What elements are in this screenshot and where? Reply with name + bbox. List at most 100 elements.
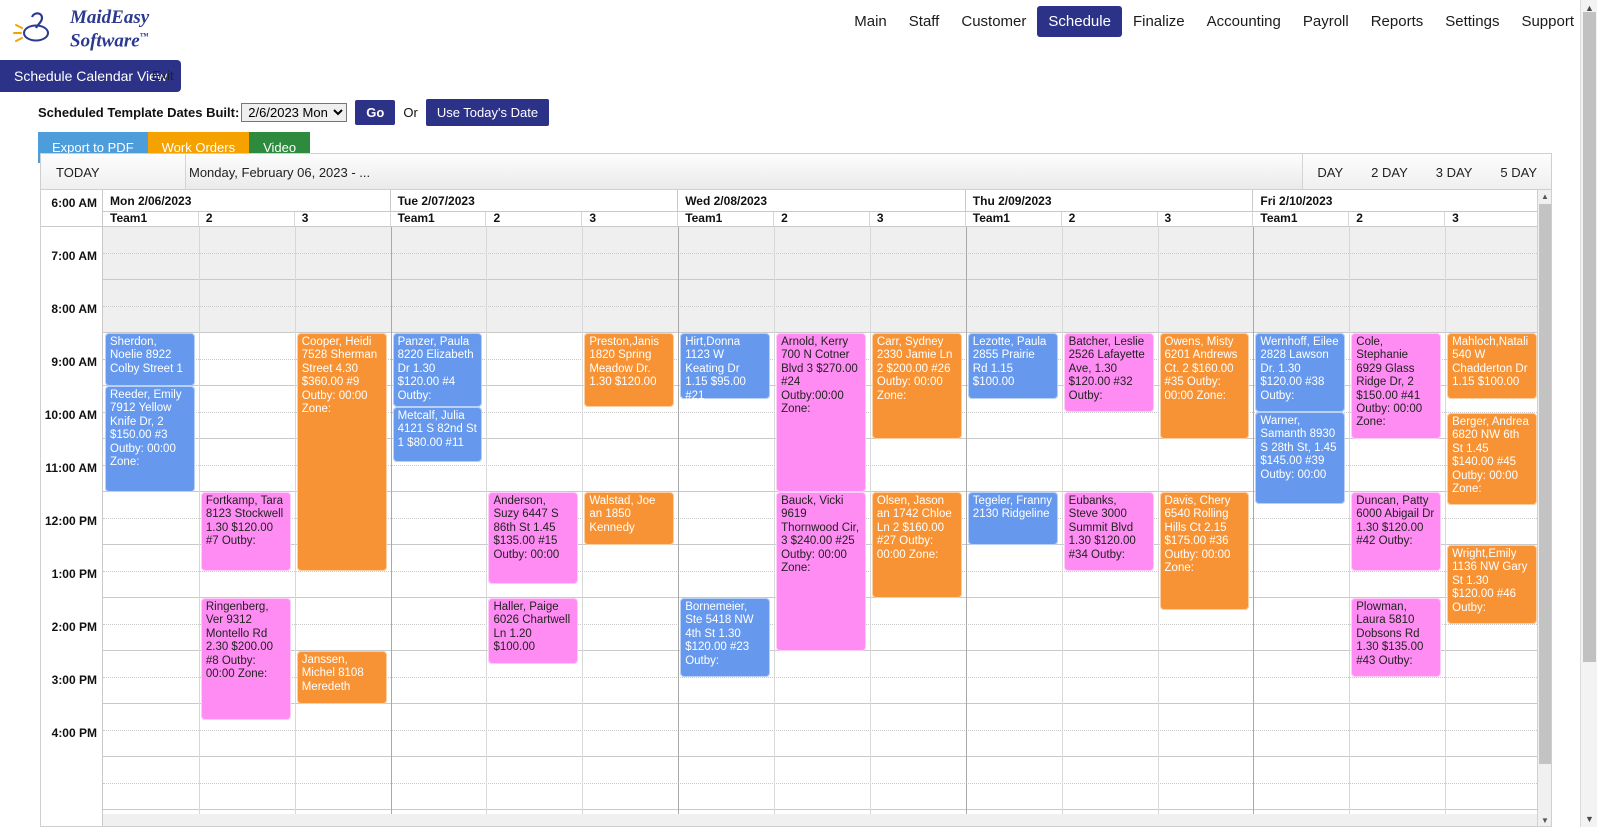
hour-label: 9:00 AM: [51, 355, 97, 369]
calendar-event[interactable]: Bornemeier, Ste 5418 NW 4th St 1.30 $120…: [680, 598, 771, 677]
nav-schedule[interactable]: Schedule: [1037, 6, 1122, 37]
hour-label: 11:00 AM: [45, 461, 97, 475]
day-header: Wed 2/08/2023: [678, 190, 966, 212]
column-divider: [1445, 227, 1447, 826]
controls-row: Scheduled Template Dates Built: 2/6/2023…: [0, 98, 1597, 126]
team-header[interactable]: 3: [294, 212, 391, 227]
nav-payroll[interactable]: Payroll: [1292, 6, 1360, 37]
today-label[interactable]: TODAY: [56, 165, 100, 180]
calendar-event[interactable]: Haller, Paige 6026 Chartwell Ln 1.20 $10…: [488, 598, 579, 664]
page-vertical-scrollbar[interactable]: ▲ ▼: [1580, 0, 1597, 827]
calendar-event[interactable]: Cooper, Heidi 7528 Sherman Street 4.30 $…: [296, 333, 387, 571]
column-divider: [198, 227, 200, 826]
nav-support[interactable]: Support: [1510, 6, 1585, 37]
column-divider: [294, 227, 296, 826]
hour-label: 8:00 AM: [51, 302, 97, 316]
hour-row[interactable]: [103, 704, 1541, 757]
team-header[interactable]: 3: [1157, 212, 1254, 227]
calendar-vertical-scrollbar[interactable]: ▲ ▼: [1537, 190, 1551, 826]
nav-reports[interactable]: Reports: [1360, 6, 1435, 37]
team-header[interactable]: 2: [1061, 212, 1158, 227]
calendar-event[interactable]: Ringenberg, Ver 9312 Montello Rd 2.30 $2…: [200, 598, 291, 720]
scroll-down-arrow-icon[interactable]: ▼: [1538, 814, 1551, 826]
schedule-calendar: TODAY Monday, February 06, 2023 - ... DA…: [40, 153, 1552, 827]
calendar-range-title: Monday, February 06, 2023 - ...: [189, 165, 371, 180]
team-header[interactable]: 2: [486, 212, 583, 227]
calendar-event[interactable]: Davis, Chery 6540 Rolling Hills Ct 2.15 …: [1159, 492, 1250, 610]
tab-3-day[interactable]: 3 DAY: [1422, 154, 1487, 190]
calendar-event[interactable]: Cole, Stephanie 6929 Glass Ridge Dr, 2 $…: [1351, 333, 1442, 439]
calendar-event[interactable]: Warner, Samanth 8930 S 28th St, 1.45 $14…: [1255, 412, 1346, 504]
nav-customer[interactable]: Customer: [950, 6, 1037, 37]
tab-day[interactable]: DAY: [1303, 154, 1357, 190]
calendar-event[interactable]: Duncan, Patty 6000 Abigail Dr 1.30 $120.…: [1351, 492, 1442, 571]
calendar-event[interactable]: Reeder, Emily 7912 Yellow Knife Dr, 2 $1…: [105, 386, 195, 492]
calendar-event[interactable]: Arnold, Kerry 700 N Cotner Blvd 3 $270.0…: [776, 333, 866, 492]
team-header[interactable]: 3: [582, 212, 679, 227]
nav-staff[interactable]: Staff: [898, 6, 951, 37]
team-header[interactable]: 2: [774, 212, 870, 227]
calendar-event[interactable]: Plowman, Laura 5810 Dobsons Rd 1.30 $135…: [1351, 598, 1442, 677]
calendar-event[interactable]: Preston,Janis 1820 Spring Meadow Dr. 1.3…: [584, 333, 675, 407]
calendar-event[interactable]: Lezotte, Paula 2855 Prairie Rd 1.15 $100…: [967, 333, 1058, 399]
page-scroll-down-arrow-icon[interactable]: ▼: [1581, 811, 1597, 827]
team-header[interactable]: 3: [1445, 212, 1541, 227]
calendar-event[interactable]: Mahloch,Natali 540 W Chadderton Dr 1.15 …: [1447, 333, 1537, 399]
calendar-event[interactable]: Batcher, Leslie 2526 Lafayette Ave, 1.30…: [1063, 333, 1154, 412]
calendar-event[interactable]: Olsen, Jason an 1742 Chloe Ln 2 $160.00 …: [871, 492, 962, 598]
team-header[interactable]: Team1: [390, 212, 487, 227]
app-page: MaidEasy Software™ Main Staff Customer S…: [0, 0, 1597, 827]
calendar-event[interactable]: Panzer, Paula 8220 Elizabeth Dr 1.30 $12…: [392, 333, 483, 407]
nav-finalize[interactable]: Finalize: [1122, 6, 1196, 37]
calendar-horizontal-scrollbar[interactable]: [41, 814, 1551, 826]
hour-label: 3:00 PM: [51, 673, 97, 687]
page-scroll-thumb[interactable]: [1583, 12, 1596, 662]
hour-row[interactable]: [103, 757, 1541, 810]
hour-row[interactable]: [103, 227, 1541, 280]
team-header[interactable]: Team1: [103, 212, 199, 227]
calendar-scroll-thumb[interactable]: [1539, 204, 1551, 764]
or-label: Or: [403, 104, 418, 120]
dates-built-label: Scheduled Template Dates Built:: [38, 104, 240, 120]
go-button[interactable]: Go: [355, 99, 396, 125]
logo-line-1: MaidEasy: [70, 7, 150, 28]
tab-5-day[interactable]: 5 DAY: [1486, 154, 1551, 190]
calendar-event[interactable]: Sherdon, Noelie 8922 Colby Street 1: [105, 333, 195, 386]
calendar-event[interactable]: Wernhoff, Eilee 2828 Lawson Dr. 1.30 $12…: [1255, 333, 1346, 412]
scroll-up-arrow-icon[interactable]: ▲: [1538, 190, 1551, 204]
column-divider: [1253, 227, 1255, 826]
exit-link[interactable]: Exit: [152, 68, 174, 83]
template-date-select[interactable]: 2/6/2023 Mon: [241, 102, 348, 122]
nav-accounting[interactable]: Accounting: [1196, 6, 1292, 37]
time-axis-column: 6:00 AM 7:00 AM 8:00 AM 9:00 AM 10:00 AM 11:0…: [41, 190, 103, 826]
calendar-event[interactable]: Owens, Misty 6201 Andrews Ct. 2 $160.00 …: [1159, 333, 1250, 439]
calendar-event[interactable]: Berger, Andrea 6820 NW 6th St 1.45 $140.…: [1447, 413, 1537, 505]
team-header[interactable]: 2: [198, 212, 295, 227]
nav-main[interactable]: Main: [843, 6, 898, 37]
team-header[interactable]: 3: [869, 212, 966, 227]
hour-row[interactable]: [103, 280, 1541, 333]
nav-settings[interactable]: Settings: [1434, 6, 1510, 37]
logo-wordmark: MaidEasy Software™: [68, 8, 149, 50]
calendar-body: Sherdon, Noelie 8922 Colby Street 1 Reede…: [103, 227, 1541, 826]
calendar-grid: 6:00 AM 7:00 AM 8:00 AM 9:00 AM 10:00 AM 11:0…: [40, 189, 1552, 827]
use-todays-date-button[interactable]: Use Today's Date: [425, 98, 550, 126]
calendar-event[interactable]: Eubanks, Steve 3000 Summit Blvd 1.30 $12…: [1063, 492, 1154, 571]
team-header[interactable]: 2: [1349, 212, 1446, 227]
team-header[interactable]: Team1: [678, 212, 775, 227]
calendar-event[interactable]: Janssen, Michel 8108 Meredeth: [296, 651, 387, 704]
calendar-event[interactable]: Metcalf, Julia 4121 S 82nd St 1 $80.00 #…: [392, 407, 483, 462]
calendar-event[interactable]: Bauck, Vicki 9619 Thornwood Cir, 3 $240.…: [776, 492, 866, 651]
calendar-event[interactable]: Fortkamp, Tara 8123 Stockwell 1.30 $120.…: [200, 492, 291, 571]
calendar-event[interactable]: Walstad, Joe an 1850 Kennedy: [584, 492, 675, 545]
team-header[interactable]: Team1: [965, 212, 1062, 227]
calendar-event[interactable]: Tegeler, Franny 2130 Ridgeline: [967, 492, 1058, 545]
sub-bar: Schedule Calendar View Exit: [0, 60, 1597, 92]
calendar-event[interactable]: Anderson, Suzy 6447 S 86th St 1.45 $135.…: [488, 492, 579, 584]
team-header[interactable]: Team1: [1253, 212, 1350, 227]
calendar-event[interactable]: Carr, Sydney 2330 Jamie Ln 2 $200.00 #26…: [871, 333, 962, 439]
calendar-event[interactable]: Wright,Emily 1136 NW Gary St 1.30 $120.0…: [1447, 545, 1537, 624]
calendar-event[interactable]: Hirt,Donna 1123 W Keating Dr 1.15 $95.00…: [680, 333, 771, 399]
tab-2-day[interactable]: 2 DAY: [1357, 154, 1422, 190]
half-hour-divider: [103, 306, 1541, 307]
